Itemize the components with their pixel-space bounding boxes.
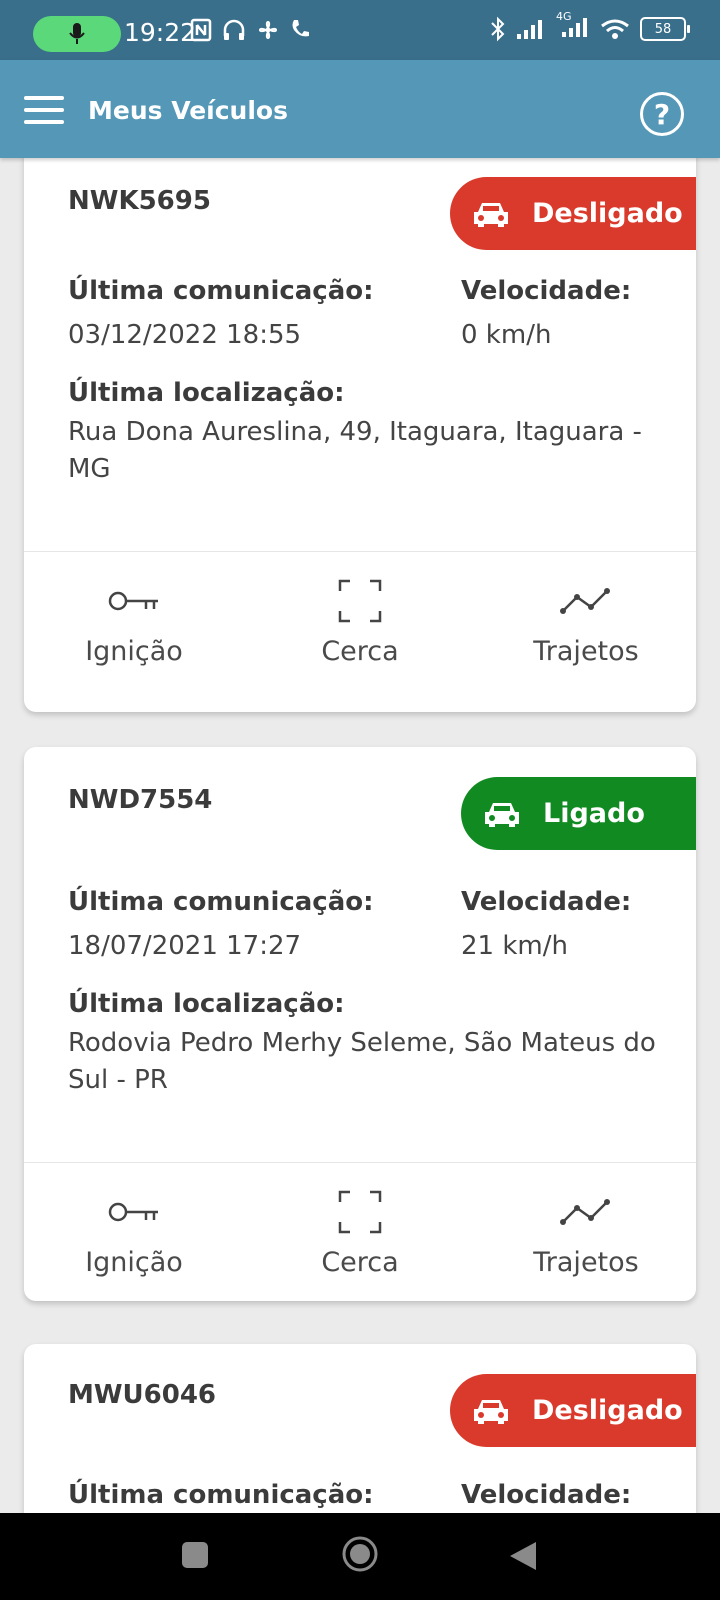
route-icon xyxy=(560,1199,610,1225)
car-icon xyxy=(485,802,519,827)
vehicle-plate: NWD7554 xyxy=(68,785,213,815)
vehicle-plate: NWK5695 xyxy=(68,186,211,216)
routes-button[interactable]: Trajetos xyxy=(506,1187,666,1278)
recents-button[interactable] xyxy=(180,1540,210,1574)
network-type: 4G xyxy=(556,10,572,23)
route-icon xyxy=(560,588,610,614)
notification-icons xyxy=(190,18,310,42)
last-comm-value: 18/07/2021 17:27 xyxy=(68,931,302,961)
bluetooth-icon xyxy=(491,16,505,42)
ignition-label: Ignição xyxy=(85,1247,183,1278)
signal-icon xyxy=(517,20,542,39)
speed-label: Velocidade: xyxy=(461,887,632,917)
menu-icon xyxy=(24,96,64,124)
vehicle-card[interactable]: MWU6046 Desligado Última comunicação: Ve… xyxy=(24,1344,696,1513)
last-comm-label: Última comunicação: xyxy=(68,276,374,306)
app-bar: Meus Veículos ? xyxy=(0,60,720,158)
battery-level: 58 xyxy=(654,21,672,37)
fence-button[interactable]: Cerca xyxy=(280,1187,440,1278)
menu-button[interactable] xyxy=(24,96,64,124)
help-button[interactable]: ? xyxy=(640,92,684,136)
key-icon xyxy=(108,1202,158,1222)
vehicle-plate: MWU6046 xyxy=(68,1380,217,1410)
status-badge: Ligado xyxy=(461,777,696,850)
status-label: Desligado xyxy=(532,198,683,229)
status-badge: Desligado xyxy=(450,1374,696,1447)
fence-icon xyxy=(338,1190,382,1234)
help-icon: ? xyxy=(653,97,671,131)
status-bar: 19:22 4G 58 xyxy=(0,0,720,60)
clock: 19:22 xyxy=(124,18,197,47)
headset-icon xyxy=(223,19,245,40)
mic-indicator[interactable] xyxy=(33,16,121,52)
routes-button[interactable]: Trajetos xyxy=(506,576,666,667)
status-label: Desligado xyxy=(532,1395,683,1426)
fence-label: Cerca xyxy=(321,636,399,667)
phone-icon xyxy=(292,20,309,37)
battery-indicator: 58 xyxy=(640,17,690,41)
speed-label: Velocidade: xyxy=(461,1480,632,1510)
routes-label: Trajetos xyxy=(533,1247,639,1278)
last-comm-label: Última comunicação: xyxy=(68,887,374,917)
routes-label: Trajetos xyxy=(533,636,639,667)
nav-home-icon xyxy=(342,1536,378,1572)
page-title: Meus Veículos xyxy=(88,96,288,125)
vehicle-card[interactable]: NWK5695 Desligado Última comunicação: Ve… xyxy=(24,158,696,712)
location-value: Rodovia Pedro Merhy Seleme, São Mateus d… xyxy=(68,1028,656,1095)
ignition-label: Ignição xyxy=(85,636,183,667)
speed-value: 0 km/h xyxy=(461,320,552,350)
ignition-button[interactable]: Ignição xyxy=(54,576,214,667)
last-comm-label: Última comunicação: xyxy=(68,1480,374,1510)
system-nav-bar xyxy=(0,1513,720,1600)
location-value: Rua Dona Aureslina, 49, Itaguara, Itagua… xyxy=(68,417,642,484)
location-label: Última localização: xyxy=(68,989,345,1019)
mic-icon xyxy=(69,23,85,44)
location-label: Última localização: xyxy=(68,378,345,408)
status-badge: Desligado xyxy=(450,177,696,250)
signal-4g: 4G xyxy=(556,10,590,42)
nav-back-icon xyxy=(510,1542,536,1570)
fence-label: Cerca xyxy=(321,1247,399,1278)
car-icon xyxy=(474,1399,508,1424)
fence-button[interactable]: Cerca xyxy=(280,576,440,667)
card-divider xyxy=(24,1162,696,1163)
home-button[interactable] xyxy=(341,1535,379,1577)
vehicle-list[interactable]: NWK5695 Desligado Última comunicação: Ve… xyxy=(0,158,720,1513)
wifi-icon xyxy=(601,19,629,39)
card-divider xyxy=(24,551,696,552)
fan-icon xyxy=(259,21,277,39)
speed-value: 21 km/h xyxy=(461,931,568,961)
last-comm-value: 03/12/2022 18:55 xyxy=(68,320,302,350)
system-icons: 4G 58 xyxy=(490,10,690,42)
vehicle-card[interactable]: NWD7554 Ligado Última comunicação: Veloc… xyxy=(24,747,696,1301)
nfc-icon xyxy=(190,18,212,42)
car-icon xyxy=(474,202,508,227)
speed-label: Velocidade: xyxy=(461,276,632,306)
status-label: Ligado xyxy=(543,798,645,829)
ignition-button[interactable]: Ignição xyxy=(54,1187,214,1278)
back-button[interactable] xyxy=(508,1540,538,1576)
fence-icon xyxy=(338,579,382,623)
key-icon xyxy=(108,591,158,611)
nav-square-icon xyxy=(182,1542,208,1568)
